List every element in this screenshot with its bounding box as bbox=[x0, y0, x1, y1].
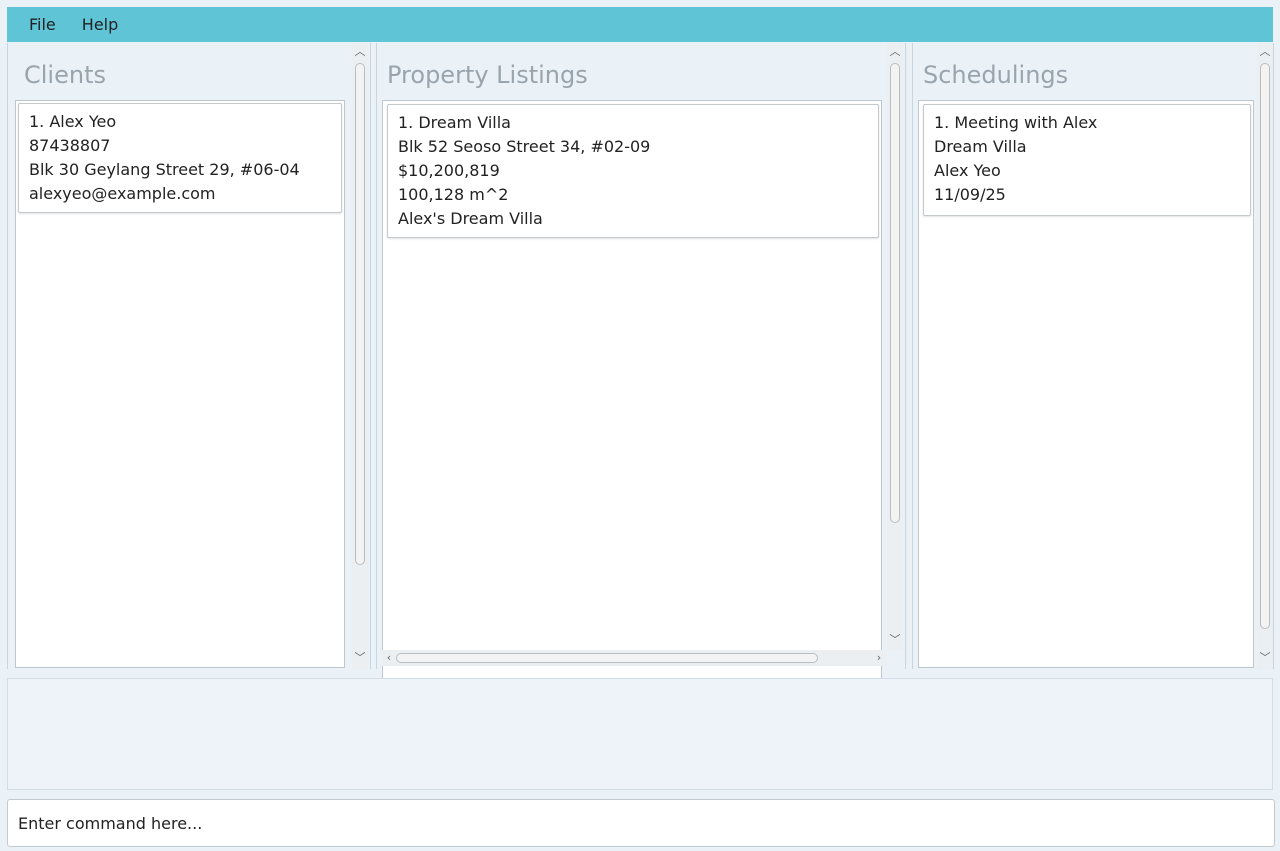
listings-title: Property Listings bbox=[387, 61, 588, 89]
command-box bbox=[7, 799, 1275, 847]
schedulings-panel: Schedulings 1. Meeting with Alex Dream V… bbox=[912, 43, 1274, 669]
menu-help[interactable]: Help bbox=[69, 7, 131, 42]
result-display bbox=[7, 678, 1273, 790]
listings-list[interactable]: 1. Dream Villa Blk 52 Seoso Street 34, #… bbox=[382, 100, 882, 692]
clients-list[interactable]: 1. Alex Yeo 87438807 Blk 30 Geylang Stre… bbox=[15, 100, 345, 668]
chevron-up-icon[interactable]: ︿ bbox=[1257, 45, 1273, 59]
listings-scroll-thumb[interactable] bbox=[890, 63, 900, 523]
chevron-up-icon[interactable]: ︿ bbox=[352, 45, 368, 59]
listing-area: 100,128 m^2 bbox=[398, 185, 509, 204]
menu-bar: File Help bbox=[7, 7, 1273, 42]
chevron-down-icon[interactable]: ﹀ bbox=[352, 651, 368, 665]
clients-title: Clients bbox=[24, 61, 106, 89]
schedule-title: 1. Meeting with Alex bbox=[934, 113, 1098, 132]
client-name: 1. Alex Yeo bbox=[29, 112, 117, 131]
chevron-down-icon[interactable]: ﹀ bbox=[1257, 651, 1273, 665]
chevron-right-icon[interactable]: › bbox=[872, 651, 886, 665]
listing-description: Alex's Dream Villa bbox=[398, 209, 543, 228]
listing-name: 1. Dream Villa bbox=[398, 113, 511, 132]
schedulings-scroll-thumb[interactable] bbox=[1260, 63, 1270, 629]
schedulings-vertical-scrollbar[interactable]: ︿ ﹀ bbox=[1257, 43, 1273, 669]
command-input[interactable] bbox=[8, 800, 1274, 846]
client-phone: 87438807 bbox=[29, 136, 111, 155]
schedulings-list[interactable]: 1. Meeting with Alex Dream Villa Alex Ye… bbox=[918, 100, 1254, 668]
clients-vertical-scrollbar[interactable]: ︿ ﹀ bbox=[352, 43, 368, 669]
client-card[interactable]: 1. Alex Yeo 87438807 Blk 30 Geylang Stre… bbox=[18, 103, 342, 213]
listings-panel: Property Listings 1. Dream Villa Blk 52 … bbox=[376, 43, 906, 692]
listings-hscroll-thumb[interactable] bbox=[396, 653, 818, 663]
listing-card[interactable]: 1. Dream Villa Blk 52 Seoso Street 34, #… bbox=[387, 104, 879, 238]
menu-file[interactable]: File bbox=[16, 7, 69, 42]
schedule-card[interactable]: 1. Meeting with Alex Dream Villa Alex Ye… bbox=[923, 104, 1251, 216]
clients-scroll-thumb[interactable] bbox=[355, 63, 365, 565]
chevron-down-icon[interactable]: ﹀ bbox=[887, 633, 903, 647]
client-address: Blk 30 Geylang Street 29, #06-04 bbox=[29, 160, 300, 179]
schedule-client: Alex Yeo bbox=[934, 161, 1001, 180]
listing-price: $10,200,819 bbox=[398, 161, 500, 180]
listings-horizontal-scrollbar[interactable]: ‹ › bbox=[382, 650, 887, 666]
schedule-date: 11/09/25 bbox=[934, 185, 1006, 204]
schedule-listing: Dream Villa bbox=[934, 137, 1027, 156]
client-email: alexyeo@example.com bbox=[29, 184, 216, 203]
listings-vertical-scrollbar[interactable]: ︿ ﹀ bbox=[887, 43, 903, 651]
chevron-up-icon[interactable]: ︿ bbox=[887, 45, 903, 59]
listing-address: Blk 52 Seoso Street 34, #02-09 bbox=[398, 137, 651, 156]
schedulings-title: Schedulings bbox=[923, 61, 1069, 89]
clients-panel: Clients 1. Alex Yeo 87438807 Blk 30 Geyl… bbox=[7, 43, 371, 669]
chevron-left-icon[interactable]: ‹ bbox=[382, 651, 396, 665]
